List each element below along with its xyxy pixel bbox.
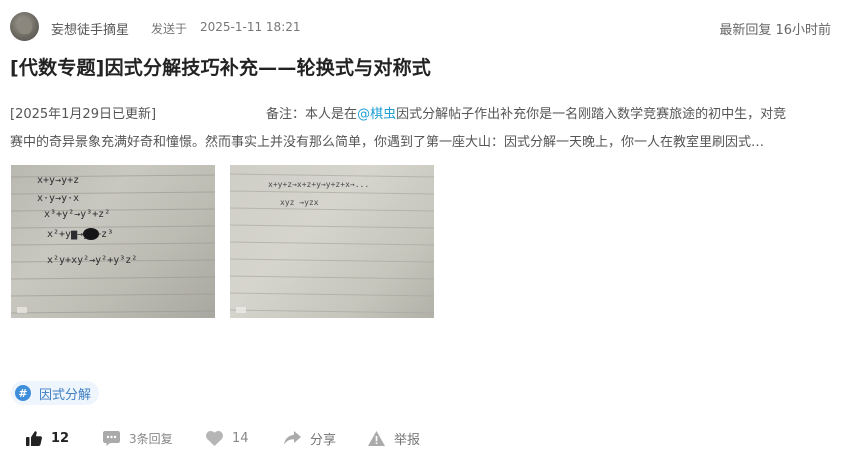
- note-1-line-5: x²y+xy²→y²+y³z²: [47, 255, 137, 266]
- excerpt-text-1: 因式分解帖子作出补充你是一名刚踏入数学竞赛旅途的初中生，对竞: [396, 107, 787, 122]
- post-header: 妄想徒手摘星 发送于 2025-1-11 18:21 最新回复 16小时前: [10, 12, 831, 42]
- handwritten-notes-image-1[interactable]: x+y→y+z x·y→y·x x³+y²→y³+z² x²+y▆→y³+z³ …: [11, 165, 215, 318]
- topic-tag-label: 因式分解: [39, 387, 92, 403]
- user-mention-link[interactable]: @棋虫: [357, 107, 396, 122]
- reply-count-label: 3条回复: [129, 431, 173, 446]
- ruled-paper-drawing: x+y→y+z x·y→y·x x³+y²→y³+z² x²+y▆→y³+z³ …: [11, 174, 215, 314]
- like-button[interactable]: 12: [26, 428, 69, 448]
- report-button[interactable]: 举报: [368, 428, 420, 448]
- heart-icon: [206, 430, 223, 446]
- author-name[interactable]: 妄想徒手摘星: [51, 19, 129, 38]
- excerpt-line-2: 赛中的奇异景象充满好奇和憧憬。然而事实上并没有那么简单，你遇到了第一座大山：因式…: [10, 135, 765, 150]
- post-action-label: 发送于: [151, 22, 188, 36]
- hash-icon: #: [15, 385, 31, 401]
- note-1-line-3: x³+y²→y³+z²: [44, 209, 110, 220]
- note-2-line-1: x+y+z→x+z+y→y+z+x→...: [268, 180, 369, 189]
- reply-button[interactable]: 3条回复: [103, 428, 173, 448]
- note-2-line-2: xyz →yzx: [280, 198, 319, 207]
- latest-reply-time: 最新回复 16小时前: [719, 23, 831, 38]
- warning-icon: [368, 430, 385, 446]
- avatar[interactable]: [10, 12, 39, 41]
- report-label: 举报: [394, 432, 421, 448]
- favorite-button[interactable]: 14: [206, 428, 249, 448]
- note-1-line-1: x+y→y+z: [37, 175, 79, 186]
- post-excerpt[interactable]: [2025年1月29日已更新] 备注：本人是在@棋虫因式分解帖子作出补充你是一名刚…: [10, 101, 832, 157]
- excerpt-line-1: [2025年1月29日已更新] 备注：本人是在@棋虫因式分解帖子作出补充你是一名刚…: [10, 101, 832, 129]
- comment-icon: [103, 430, 120, 446]
- note-1-line-2: x·y→y·x: [37, 193, 79, 204]
- thumbs-up-icon: [26, 430, 42, 446]
- share-label: 分享: [310, 432, 337, 448]
- update-note: [2025年1月29日已更新]: [10, 107, 157, 122]
- share-icon: [284, 431, 301, 445]
- ruled-paper-drawing-2: x+y+z→x+z+y→y+z+x→... xyz →yzx: [230, 173, 434, 314]
- post-title[interactable]: [代数专题]因式分解技巧补充——轮换式与对称式: [10, 53, 840, 80]
- action-bar: 12 3条回复 14 分享 举报: [26, 428, 526, 448]
- handwritten-notes-image-2[interactable]: x+y+z→x+z+y→y+z+x→... xyz →yzx: [230, 165, 434, 318]
- share-button[interactable]: 分享: [284, 428, 336, 448]
- like-count: 12: [51, 430, 70, 446]
- note-prefix: 备注：本人是在: [266, 107, 358, 122]
- favorite-count: 14: [232, 430, 249, 446]
- note-1-line-4: x²+y▆→y³+z³: [47, 229, 113, 240]
- topic-tag[interactable]: # 因式分解: [11, 381, 100, 405]
- post-timestamp: 2025-1-11 18:21: [200, 20, 301, 34]
